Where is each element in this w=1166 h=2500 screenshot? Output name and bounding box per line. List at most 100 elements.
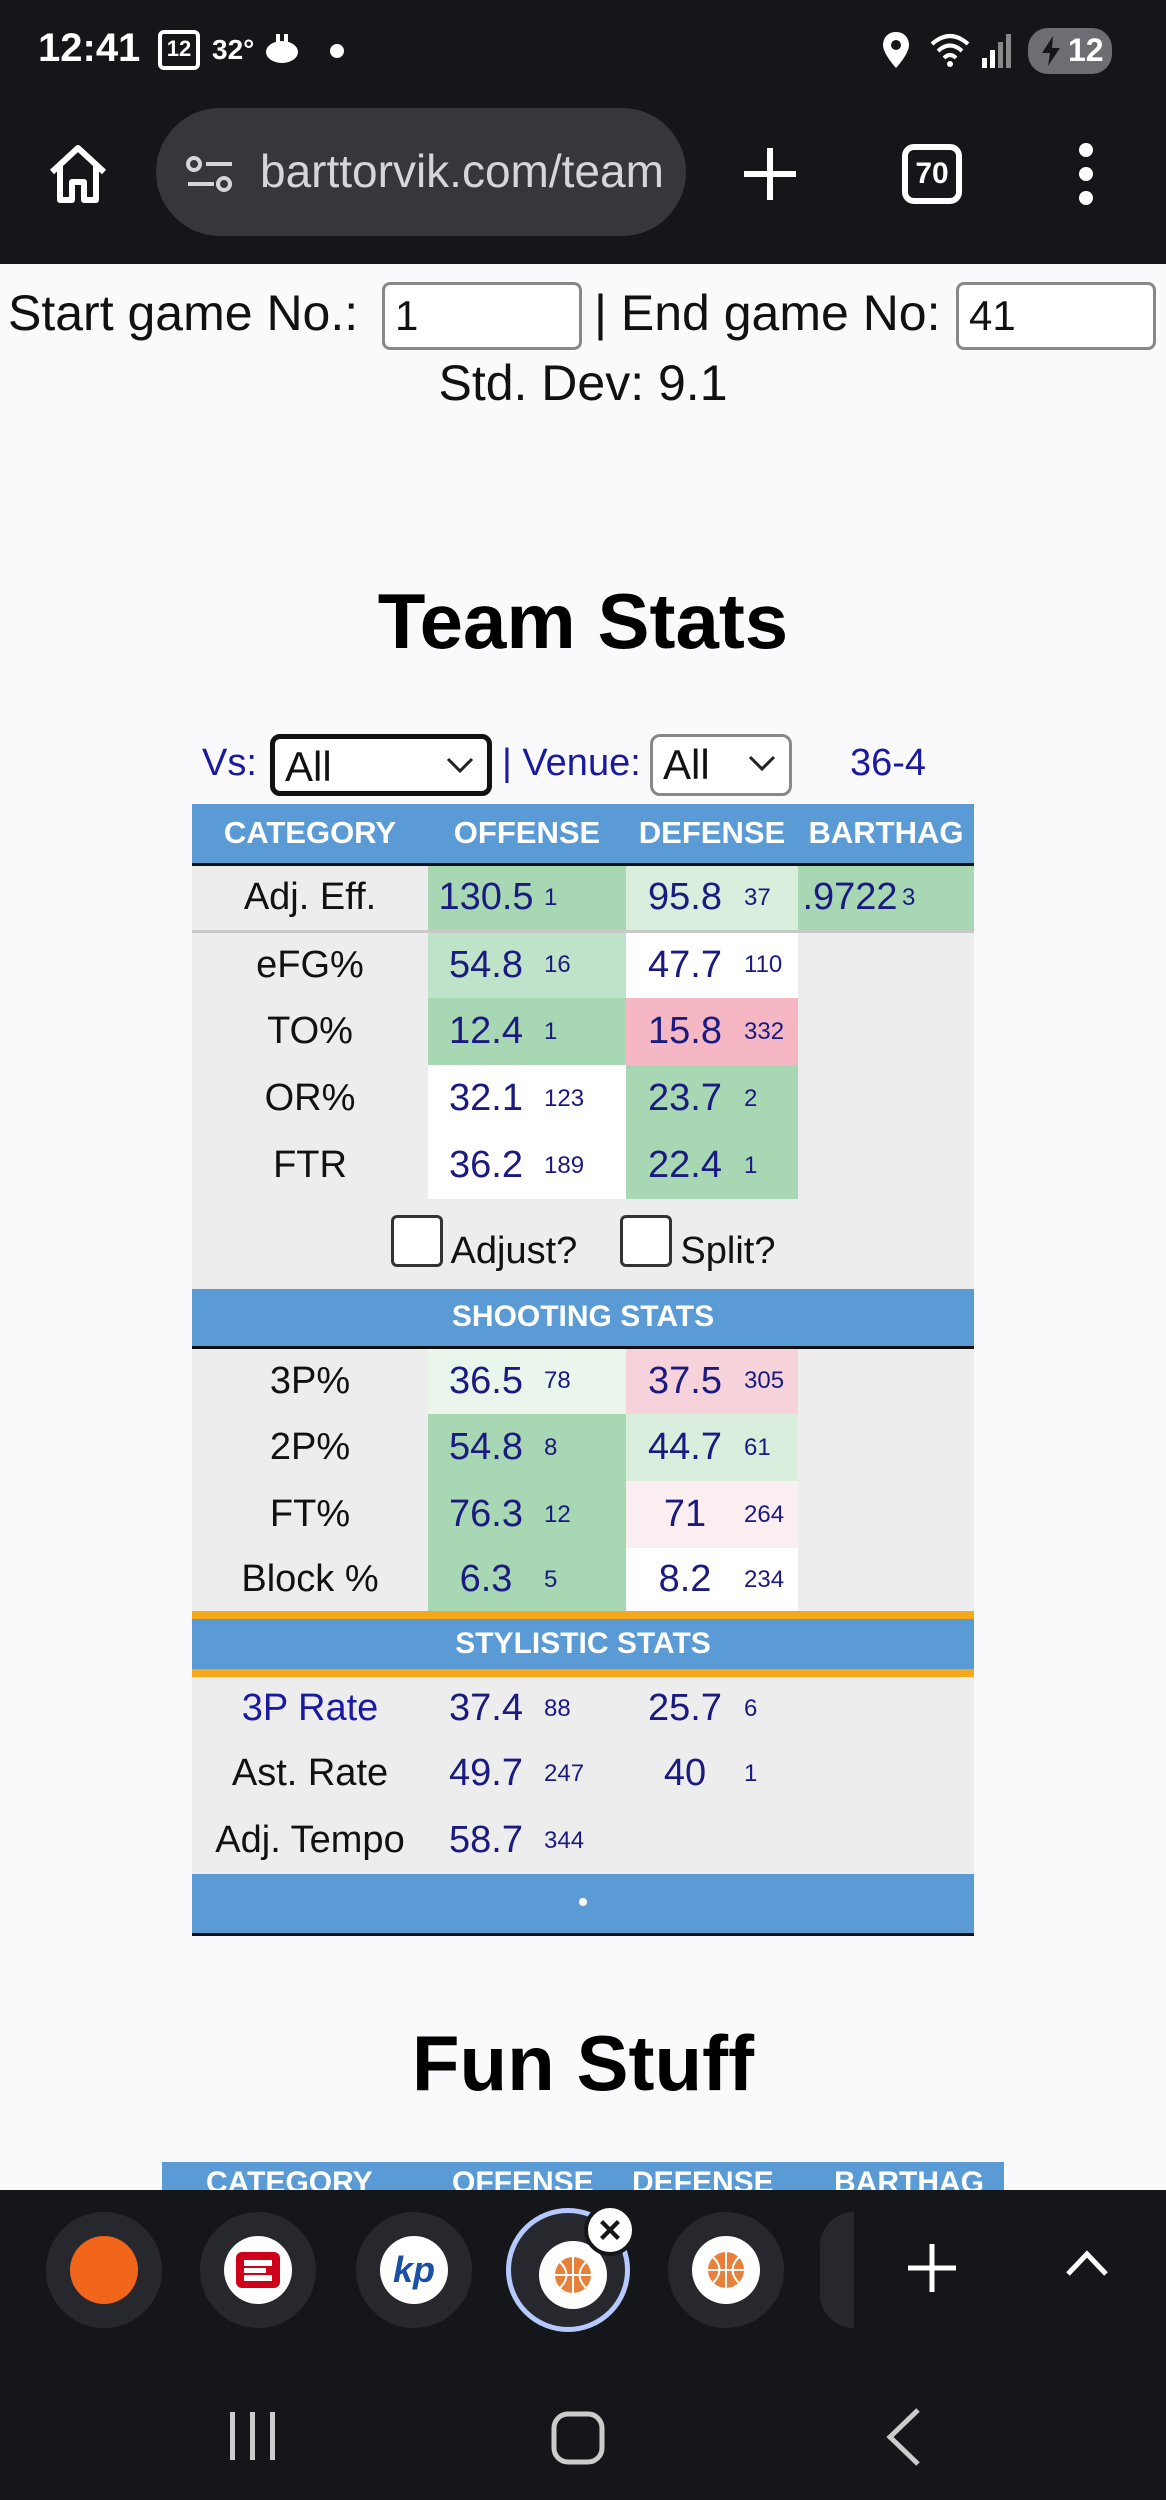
temperature: 32° (212, 34, 255, 65)
stat-label: Adj. Tempo (192, 1807, 428, 1874)
back-icon[interactable] (884, 2406, 924, 2468)
stat-def-rank: 110 (744, 929, 799, 998)
recent-apps-icon[interactable] (226, 2408, 280, 2464)
adj-eff-def: 95.8 (626, 862, 744, 931)
close-tab-icon[interactable] (584, 2204, 636, 2256)
stat-off: 54.8 (428, 1414, 544, 1481)
battery-level: 12 (1068, 32, 1104, 68)
new-tab-icon[interactable] (740, 144, 800, 204)
shooting-stats-header: SHOOTING STATS (192, 1289, 975, 1349)
empty-cell (798, 1414, 975, 1481)
kenpom-icon[interactable]: kp (356, 2212, 472, 2328)
stylistic-stats-header: STYLISTIC STATS (192, 1611, 975, 1677)
start-game-label: Start game No.: (8, 285, 359, 341)
stat-def-rank: 61 (744, 1414, 799, 1481)
venue-select[interactable]: All (650, 734, 792, 796)
stat-label: OR% (192, 1065, 428, 1132)
stat-def: 44.7 (626, 1414, 744, 1481)
stat-def: 40 (626, 1740, 744, 1807)
stat-off: 58.7 (428, 1807, 544, 1874)
espn-icon[interactable] (200, 2212, 316, 2328)
stat-off-rank: 16 (544, 929, 626, 998)
vs-select[interactable]: All (270, 734, 492, 796)
address-bar[interactable]: barttorvik.com/team (156, 108, 686, 236)
stat-def: 25.7 (626, 1673, 744, 1740)
stat-off-rank: 1 (544, 998, 626, 1065)
stat-off-rank: 88 (544, 1673, 626, 1740)
table-row: 3P% 36.5 78 37.5 305 (192, 1347, 975, 1414)
tab-switcher-button[interactable]: 70 (902, 144, 962, 204)
empty-cell (798, 1807, 975, 1874)
empty-cell (798, 1347, 975, 1414)
three-point-rate-link[interactable]: 3P Rate (192, 1673, 428, 1740)
empty-cell (798, 929, 975, 998)
std-dev-text: Std. Dev: 9.1 (438, 355, 728, 411)
adj-eff-off: 130.5 (428, 862, 544, 931)
system-nav-bar (0, 2376, 1166, 2500)
home-icon[interactable] (44, 140, 112, 208)
table-row: Adj. Tempo 58.7 344 (192, 1807, 975, 1874)
table-row: 2P% 54.8 8 44.7 61 (192, 1414, 975, 1481)
stat-off-rank: 344 (544, 1807, 626, 1874)
home-nav-icon[interactable] (550, 2410, 606, 2466)
filter-row: Vs: All | Venue: All 36-4 (0, 730, 1166, 796)
chevron-down-icon (446, 757, 474, 774)
barthag-value: .9722 (798, 862, 903, 931)
empty-cell (798, 998, 975, 1065)
stat-off-rank: 8 (544, 1414, 626, 1481)
stat-def-rank: 1 (744, 1740, 799, 1807)
chevron-down-icon (748, 755, 776, 772)
stat-off: 6.3 (428, 1548, 544, 1615)
tab-strip: kp (0, 2190, 1166, 2500)
empty-cell (798, 1132, 975, 1199)
table-row: OR% 32.1 123 23.7 2 (192, 1065, 975, 1132)
vs-label: Vs: (202, 742, 257, 784)
stat-def-rank: 332 (744, 998, 799, 1065)
notification-app-icon (266, 34, 298, 63)
stat-label: Ast. Rate (192, 1740, 428, 1807)
table-row: TO% 12.4 1 15.8 332 (192, 998, 975, 1065)
adjust-checkbox[interactable] (390, 1215, 443, 1267)
empty-cell (798, 1673, 975, 1740)
basketball-tab-icon-2[interactable] (668, 2212, 784, 2328)
team-record: 36-4 (850, 742, 927, 784)
split-checkbox[interactable] (620, 1215, 673, 1267)
stat-off: 12.4 (428, 998, 544, 1065)
start-game-input[interactable] (382, 282, 582, 350)
stat-def: 22.4 (626, 1132, 744, 1199)
more-options-icon[interactable] (1076, 142, 1096, 206)
adjust-label: Adjust? (450, 1230, 578, 1272)
empty-cell (798, 1740, 975, 1807)
location-icon (883, 32, 909, 68)
status-bar: 12:41 12 32° 12 (0, 0, 1166, 100)
stat-label: 2P% (192, 1414, 428, 1481)
header-barthag: BARTHAG (798, 804, 975, 864)
options-cell: Adjust? Split? (192, 1199, 975, 1289)
table-row: 3P Rate 37.4 88 25.7 6 (192, 1673, 975, 1740)
stat-def: 15.8 (626, 998, 744, 1065)
stat-label: TO% (192, 998, 428, 1065)
chevron-up-icon[interactable] (1064, 2248, 1110, 2278)
orange-app-icon[interactable] (46, 2212, 162, 2328)
url-text[interactable]: barttorvik.com/team (260, 144, 664, 198)
table-row: FTR 36.2 189 22.4 1 (192, 1132, 975, 1199)
header-offense: OFFENSE (428, 804, 626, 864)
wifi-icon (930, 34, 970, 67)
charging-bolt-icon (1042, 36, 1060, 66)
game-range-row: Start game No.: | End game No: (0, 282, 1166, 354)
end-game-input[interactable] (956, 282, 1156, 350)
empty-cell (798, 1548, 975, 1615)
venue-select-value: All (663, 741, 710, 788)
table-row: Block % 6.3 5 8.2 234 (192, 1548, 975, 1615)
header-category: CATEGORY (192, 804, 428, 864)
stat-def: 23.7 (626, 1065, 744, 1132)
partial-tab-icon[interactable] (820, 2212, 854, 2328)
notification-dot (330, 44, 344, 58)
site-settings-icon[interactable] (184, 154, 236, 194)
adj-eff-label: Adj. Eff. (192, 862, 428, 931)
signal-icon (982, 34, 1011, 68)
stat-off: 76.3 (428, 1481, 544, 1548)
stat-def (626, 1807, 744, 1874)
new-tab-plus-icon[interactable] (904, 2240, 960, 2296)
clock: 12:41 (38, 26, 141, 70)
